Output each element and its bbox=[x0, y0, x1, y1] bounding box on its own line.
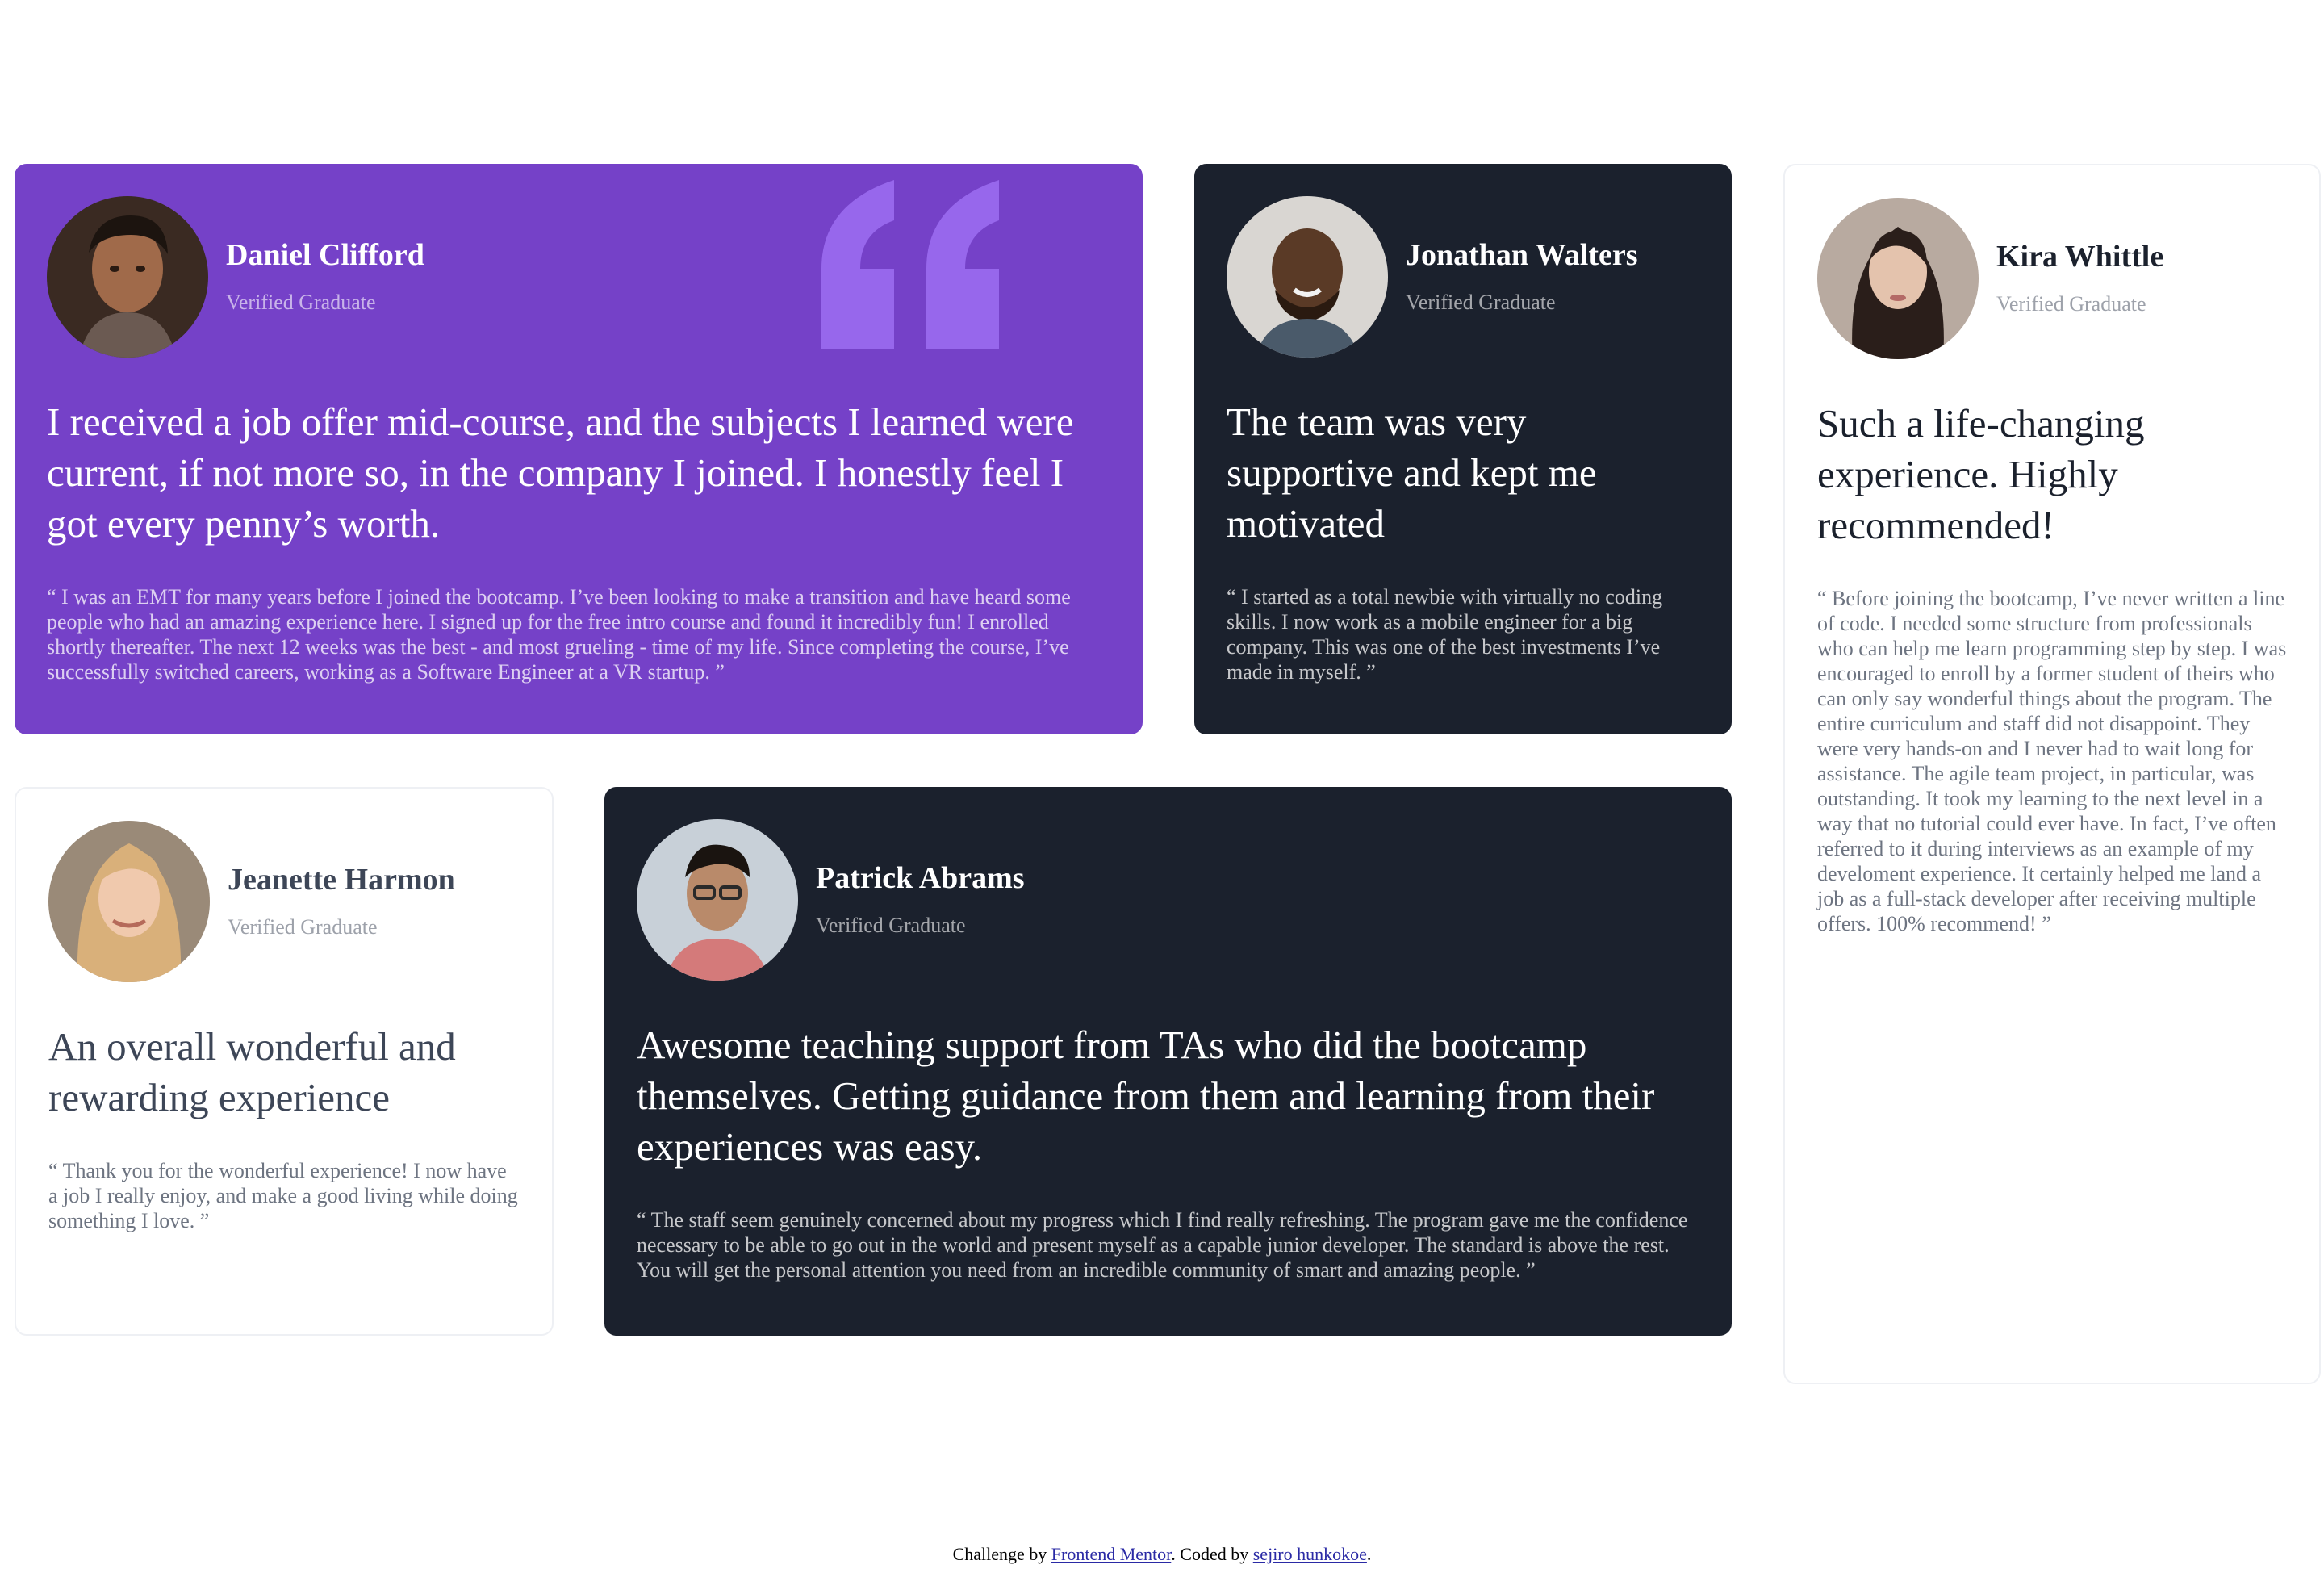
testimonial-headline: An overall wonderful and rewarding exper… bbox=[48, 1024, 456, 1119]
graduate-name: Kira Whittle bbox=[1996, 240, 2164, 274]
testimonial-body: “ I started as a total newbie with virtu… bbox=[1227, 585, 1663, 684]
graduate-name: Daniel Clifford bbox=[226, 238, 424, 273]
testimonial-headline: Such a life-changing experience. Highly … bbox=[1817, 401, 2145, 547]
testimonial-card-daniel: Daniel Clifford Verified Graduate I rece… bbox=[15, 164, 1143, 734]
testimonial-body: “ Before joining the bootcamp, I’ve neve… bbox=[1817, 587, 2287, 935]
graduate-name: Jeanette Harmon bbox=[228, 863, 455, 897]
testimonial-card-jonathan: Jonathan Walters Verified Graduate The t… bbox=[1194, 164, 1732, 734]
attribution-footer: Challenge by Frontend Mentor. Coded by s… bbox=[0, 1544, 2324, 1565]
footer-suffix: . bbox=[1366, 1544, 1372, 1564]
graduate-name: Jonathan Walters bbox=[1406, 238, 1638, 273]
graduate-role: Verified Graduate bbox=[226, 290, 376, 314]
graduate-role: Verified Graduate bbox=[228, 914, 378, 939]
frontend-mentor-link[interactable]: Frontend Mentor bbox=[1051, 1544, 1172, 1564]
testimonial-headline: Awesome teaching support from TAs who di… bbox=[637, 1023, 1655, 1169]
testimonial-headline: I received a job offer mid-course, and t… bbox=[47, 400, 1074, 546]
graduate-role: Verified Graduate bbox=[816, 913, 966, 937]
testimonial-card-patrick: Patrick Abrams Verified Graduate Awesome… bbox=[604, 787, 1732, 1336]
author-link[interactable]: sejiro hunkokoe bbox=[1253, 1544, 1367, 1564]
graduate-name: Patrick Abrams bbox=[816, 861, 1025, 896]
footer-middle: . Coded by bbox=[1171, 1544, 1249, 1564]
graduate-role: Verified Graduate bbox=[1406, 290, 1556, 314]
avatar bbox=[1817, 198, 1979, 359]
testimonial-body: “ Thank you for the wonderful experience… bbox=[48, 1159, 518, 1232]
footer-prefix: Challenge by bbox=[952, 1544, 1047, 1564]
testimonial-card-kira: Kira Whittle Verified Graduate Such a li… bbox=[1783, 164, 2321, 1384]
avatar bbox=[47, 196, 208, 358]
graduate-role: Verified Graduate bbox=[1996, 291, 2146, 316]
avatar bbox=[48, 821, 210, 982]
avatar bbox=[1227, 196, 1388, 358]
testimonial-body: “ I was an EMT for many years before I j… bbox=[47, 585, 1071, 684]
avatar bbox=[637, 819, 798, 981]
testimonial-card-jeanette: Jeanette Harmon Verified Graduate An ove… bbox=[15, 787, 554, 1336]
testimonial-body: “ The staff seem genuinely concerned abo… bbox=[637, 1208, 1688, 1282]
testimonial-headline: The team was very supportive and kept me… bbox=[1227, 400, 1597, 546]
